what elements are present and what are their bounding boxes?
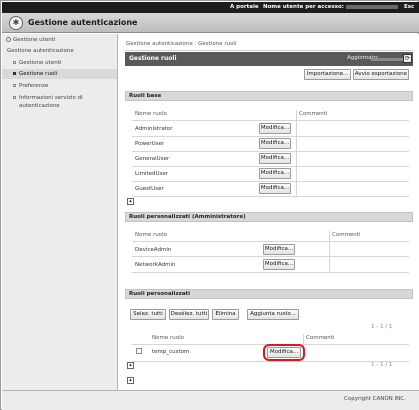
role-name: GeneralUser xyxy=(135,156,170,162)
role-name: GuestUser xyxy=(135,186,164,192)
portal-link[interactable]: A portale xyxy=(230,4,259,10)
sidebar-item-auth-info[interactable]: Informazioni servizio di xyxy=(13,95,83,101)
logout-link[interactable]: Esc xyxy=(404,4,414,10)
col-header-comments: Commenti xyxy=(332,232,361,238)
divider xyxy=(132,120,409,121)
page-header: Gestione ruoli Aggiornato: ⟳ xyxy=(125,52,413,66)
collapse-icon[interactable]: ▴ xyxy=(127,198,134,205)
pager-bottom: 1 - 1 / 1 xyxy=(371,362,393,368)
section-base-roles: Ruoli base xyxy=(125,91,413,101)
add-role-button[interactable]: Aggiunta ruolo... xyxy=(247,309,299,320)
divider xyxy=(132,166,409,167)
col-header-comments: Commenti xyxy=(299,111,328,117)
app-header: ✱ Gestione autenticazione xyxy=(2,13,419,33)
role-name: LimitedUser xyxy=(135,171,169,177)
col-header-name: Nome ruolo xyxy=(135,111,167,117)
divider xyxy=(132,256,409,257)
bullet-icon xyxy=(13,61,16,64)
col-header-name: Nome ruolo xyxy=(135,232,167,238)
edit-button[interactable]: Modifica... xyxy=(259,153,291,164)
section-custom-roles: Ruoli personalizzati xyxy=(125,289,413,299)
role-name: NetworkAdmin xyxy=(135,262,176,268)
role-name: temp_custom xyxy=(152,349,190,355)
col-header-name: Nome ruolo xyxy=(152,335,184,341)
collapse-icon[interactable]: ▴ xyxy=(127,362,134,369)
breadcrumb: Gestione autenticazione : Gestione ruoli xyxy=(126,41,237,47)
divider xyxy=(132,181,409,182)
circle-icon xyxy=(6,37,11,42)
deselect-all-button[interactable]: Desélez. tutti xyxy=(169,309,209,320)
bullet-icon xyxy=(13,84,16,87)
divider xyxy=(132,241,409,242)
divider xyxy=(329,231,330,272)
divider xyxy=(125,50,413,51)
divider xyxy=(132,361,409,362)
divider xyxy=(132,196,409,197)
edit-button[interactable]: Modifica... xyxy=(259,183,291,194)
highlight-annotation xyxy=(263,344,305,361)
edit-button[interactable]: Modifica... xyxy=(259,138,291,149)
role-name: DeviceAdmin xyxy=(135,247,172,253)
edit-button[interactable]: Modifica... xyxy=(259,123,291,134)
divider xyxy=(132,136,409,137)
edit-button[interactable]: Modifica... xyxy=(263,244,295,255)
sidebar: Gestione utenti Gestione autenticazione … xyxy=(2,34,118,390)
collapse-icon[interactable]: ▴ xyxy=(127,377,134,384)
footer: Copyright CANON INC. xyxy=(2,390,419,410)
sidebar-section-title: Gestione autenticazione xyxy=(7,48,74,54)
app-title: Gestione autenticazione xyxy=(28,18,138,27)
sidebar-item-auth-info-line2[interactable]: autenticazione xyxy=(19,103,60,109)
masked-username xyxy=(346,4,399,9)
masked-timestamp xyxy=(371,58,403,61)
login-user-label: Nome utente per accesso: xyxy=(263,4,399,10)
col-header-comments: Commenti xyxy=(306,335,335,341)
divider xyxy=(132,151,409,152)
page-title: Gestione ruoli xyxy=(129,55,177,62)
export-button[interactable]: Avvio esportazione xyxy=(353,69,409,80)
divider xyxy=(132,272,409,273)
top-bar: A portale Nome utente per accesso: Esc xyxy=(2,2,419,13)
import-button[interactable]: Importazione... xyxy=(304,69,351,80)
edit-button[interactable]: Modifica... xyxy=(263,259,295,270)
section-admin-roles: Ruoli personalizzati (Amministratore) xyxy=(125,212,413,222)
role-name: PowerUser xyxy=(135,141,165,147)
sidebar-item-users[interactable]: Gestione utenti xyxy=(13,60,61,66)
role-name: Administrator xyxy=(135,126,173,132)
sidebar-top-link[interactable]: Gestione utenti xyxy=(6,37,55,43)
bullet-icon xyxy=(13,96,16,99)
copyright-text: Copyright CANON INC. xyxy=(344,396,406,402)
select-all-button[interactable]: Selez. tutti xyxy=(130,309,166,320)
row-checkbox[interactable] xyxy=(136,348,142,354)
sidebar-item-roles[interactable]: Gestione ruoli xyxy=(13,71,57,77)
app-window: A portale Nome utente per accesso: Esc ✱… xyxy=(0,0,419,410)
edit-button[interactable]: Modifica... xyxy=(259,168,291,179)
sidebar-item-preferences[interactable]: Preferenze xyxy=(13,83,48,89)
refresh-icon[interactable]: ⟳ xyxy=(403,54,412,63)
app-logo-icon: ✱ xyxy=(9,16,23,30)
bullet-icon xyxy=(13,72,16,75)
pager-top: 1 - 1 / 1 xyxy=(371,324,393,330)
divider xyxy=(296,110,297,197)
main-content: Gestione autenticazione : Gestione ruoli… xyxy=(119,34,419,390)
delete-button[interactable]: Elimina xyxy=(212,309,239,320)
